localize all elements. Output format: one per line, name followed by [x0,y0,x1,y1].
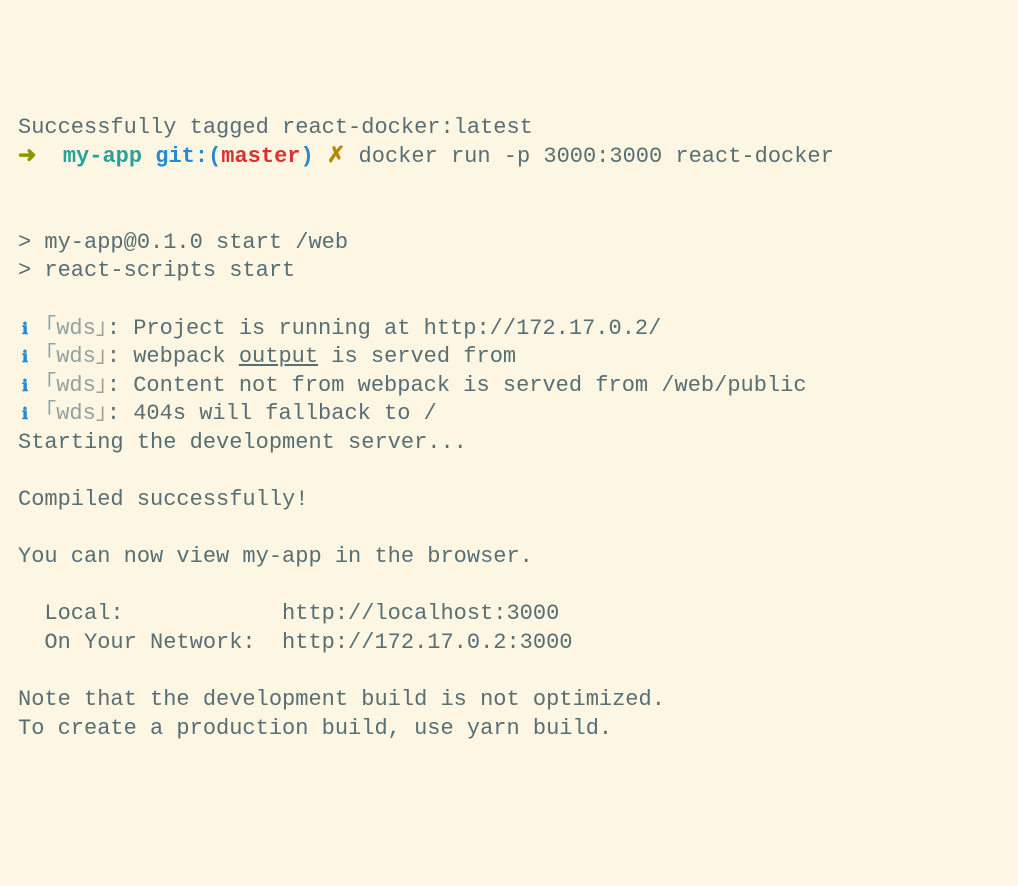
wds-output-word: output [239,344,318,369]
npm-line: > react-scripts start [18,257,1000,286]
note-line: Note that the development build is not o… [18,686,1000,715]
compiled-line: Compiled successfully! [18,486,1000,515]
prompt-paren-close: ) [301,144,314,169]
wds-msg: : 404s will fallback to / [107,401,437,426]
blank-line [18,572,1000,601]
command-text[interactable]: docker run -p 3000:3000 react-docker [359,144,834,169]
wds-tag: ｢wds｣ [45,373,107,398]
prompt-line: ➜ my-app git:(master) ✗ docker run -p 30… [18,143,1000,172]
prompt-dir: my-app [63,144,142,169]
info-icon: ℹ [18,377,32,398]
wds-tag: ｢wds｣ [45,401,107,426]
wds-msg: : webpack [107,344,239,369]
npm-line: > my-app@0.1.0 start /web [18,229,1000,258]
blank-line [18,286,1000,315]
starting-line: Starting the development server... [18,429,1000,458]
blank-line [18,515,1000,544]
blank-line [18,658,1000,687]
wds-line: ℹ ｢wds｣: webpack output is served from [18,343,1000,372]
info-icon: ℹ [18,405,32,426]
network-url-line: On Your Network: http://172.17.0.2:3000 [18,629,1000,658]
view-line: You can now view my-app in the browser. [18,543,1000,572]
output-line: Successfully tagged react-docker:latest [18,114,1000,143]
local-url-line: Local: http://localhost:3000 [18,600,1000,629]
wds-msg: is served from [318,344,529,369]
wds-tag: ｢wds｣ [45,316,107,341]
prompt-arrow-icon: ➜ [18,144,36,169]
wds-line: ℹ ｢wds｣: 404s will fallback to / [18,400,1000,429]
prompt-paren-open: ( [208,144,221,169]
prompt-git: git: [155,144,208,169]
wds-line: ℹ ｢wds｣: Project is running at http://17… [18,315,1000,344]
info-icon: ℹ [18,320,32,341]
info-icon: ℹ [18,348,32,369]
blank-line [18,200,1000,229]
note-line: To create a production build, use yarn b… [18,715,1000,744]
blank-line [18,172,1000,201]
wds-msg: : Project is running at http://172.17.0.… [107,316,662,341]
prompt-branch: master [221,144,300,169]
blank-line [18,458,1000,487]
wds-msg: : Content not from webpack is served fro… [107,373,807,398]
prompt-dirty-icon: ✗ [327,144,345,169]
wds-line: ℹ ｢wds｣: Content not from webpack is ser… [18,372,1000,401]
wds-tag: ｢wds｣ [45,344,107,369]
